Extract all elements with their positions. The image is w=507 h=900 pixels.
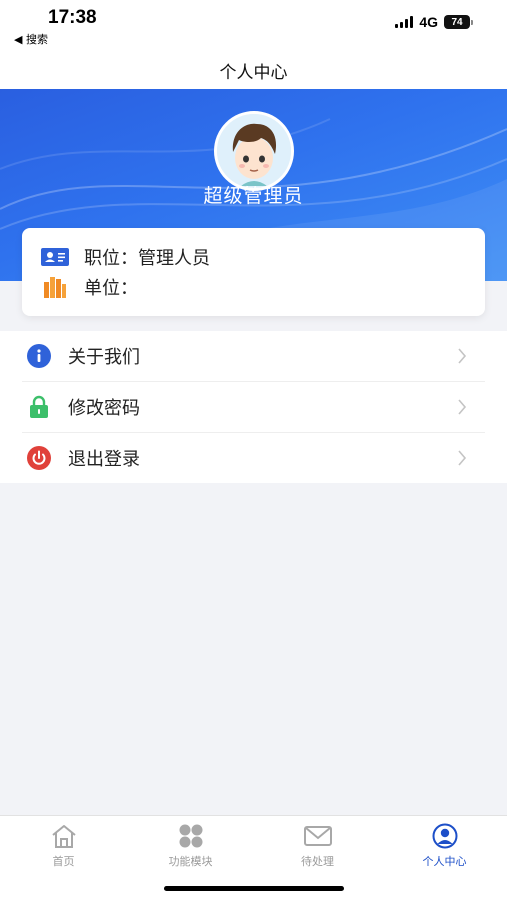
network-type: 4G: [419, 14, 438, 30]
user-name: 超级管理员: [203, 185, 304, 207]
menu-item-label: 修改密码: [68, 398, 140, 419]
lock-icon: [30, 395, 48, 418]
tab-personal-center[interactable]: 个人中心: [381, 822, 507, 869]
power-icon: [27, 446, 51, 470]
grid-icon: [176, 822, 206, 850]
chevron-right-icon: [458, 399, 467, 415]
chevron-right-icon: [458, 348, 467, 364]
tab-pending[interactable]: 待处理: [254, 822, 381, 869]
info-icon: [27, 344, 51, 368]
status-indicators: 4G 74: [395, 14, 473, 30]
status-time: 17:38: [48, 7, 97, 28]
unit-label: 单位：: [84, 278, 138, 299]
avatar-boy-icon: [217, 114, 291, 188]
building-icon: [40, 277, 70, 298]
battery-icon: 74: [444, 15, 473, 29]
avatar[interactable]: [214, 111, 294, 191]
tab-label: 待处理: [301, 855, 334, 868]
tab-label: 功能模块: [168, 855, 213, 868]
menu-item-label: 关于我们: [68, 347, 140, 368]
page-title: 个人中心: [219, 62, 288, 83]
id-card-icon: [40, 247, 70, 267]
home-indicator[interactable]: [164, 886, 344, 891]
menu-item-logout[interactable]: 退出登录: [0, 433, 507, 483]
battery-level: 74: [444, 15, 470, 29]
home-icon: [49, 822, 79, 850]
unit-row: 单位：: [40, 274, 138, 300]
user-icon: [430, 822, 460, 850]
signal-icon: [395, 16, 414, 28]
back-to-search-link[interactable]: ◀ 搜索: [14, 31, 48, 47]
status-bar: 17:38 ◀ 搜索 4G 74: [0, 0, 507, 50]
tab-home[interactable]: 首页: [0, 822, 127, 869]
user-info-card: 职位： 管理人员 单位：: [22, 228, 485, 316]
settings-menu: 关于我们 修改密码 退出登录: [0, 331, 507, 483]
position-label: 职位：: [84, 248, 138, 269]
mail-icon: [303, 822, 333, 850]
menu-item-label: 退出登录: [68, 449, 140, 470]
position-row: 职位： 管理人员: [40, 244, 210, 270]
chevron-right-icon: [458, 450, 467, 466]
tab-label: 首页: [52, 855, 75, 868]
menu-item-about-us[interactable]: 关于我们: [0, 331, 507, 381]
nav-bar: 个人中心: [0, 50, 507, 90]
menu-item-change-password[interactable]: 修改密码: [0, 382, 507, 432]
tab-label: 个人中心: [422, 855, 467, 868]
tab-function-modules[interactable]: 功能模块: [127, 822, 254, 869]
position-value: 管理人员: [138, 248, 210, 269]
